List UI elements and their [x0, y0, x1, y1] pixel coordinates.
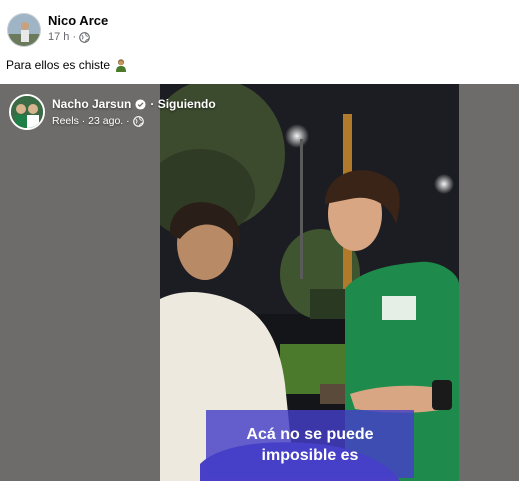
reel-author-avatar[interactable] [9, 94, 45, 130]
reel-media[interactable]: Nacho Jarsun · Siguiendo Reels · 23 ago.… [0, 84, 519, 481]
verified-badge-icon [135, 98, 146, 110]
post-time[interactable]: 17 h · [48, 31, 76, 43]
post-author-name[interactable]: Nico Arce [48, 13, 108, 28]
reel-author-line: Nacho Jarsun · Siguiendo [52, 97, 216, 111]
avatar-image [8, 14, 40, 46]
globe-icon [132, 115, 144, 127]
reel-meta: Reels · 23 ago. · [52, 115, 144, 127]
author-avatar[interactable] [7, 13, 41, 47]
reel-meta-text[interactable]: Reels · 23 ago. · [52, 115, 130, 127]
shrug-person-emoji-icon [116, 59, 127, 72]
subtitle-line-1: Acá no se puede [246, 426, 374, 443]
post-meta: 17 h · [48, 31, 90, 43]
caption-text: Para ellos es chiste [6, 58, 111, 72]
subtitle-line-2: imposible es [261, 447, 359, 464]
reel-avatar-image [11, 96, 43, 128]
post-caption: Para ellos es chiste [6, 58, 128, 72]
post-header: Nico Arce 17 h · [0, 0, 519, 52]
globe-icon [79, 31, 90, 43]
reel-author-name[interactable]: Nacho Jarsun [52, 97, 131, 111]
reel-follow-status[interactable]: · Siguiendo [150, 97, 215, 111]
video-subtitle: Acá no se puede imposible es [206, 410, 414, 478]
